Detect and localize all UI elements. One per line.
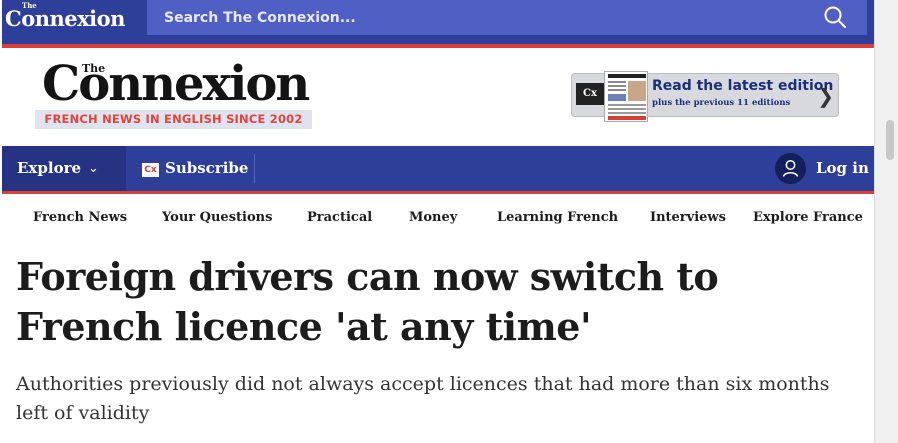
category-menu: French News Your Questions Practical Mon… [2,194,874,242]
edition-cover-image [604,71,648,122]
category-learning-french[interactable]: Learning French [497,210,618,225]
login-label: Log in [816,159,869,177]
chevron-right-icon: ❯ [817,84,834,108]
category-money[interactable]: Money [409,210,457,225]
latest-edition-button[interactable]: Cx Read the latest edition plus the prev… [571,71,839,122]
category-interviews[interactable]: Interviews [650,210,726,225]
category-explore-france[interactable]: Explore France [753,210,863,225]
top-logo-the: The [22,1,37,10]
search-box [147,0,867,35]
top-logo[interactable]: The Connexion [5,1,125,31]
tagline: FRENCH NEWS IN ENGLISH SINCE 2002 [35,110,312,129]
subscribe-label: Subscribe [165,159,249,177]
scrollbar[interactable] [874,0,898,443]
edition-cover-thumbnail: Cx [574,71,648,123]
edition-subtitle: plus the previous 11 editions [652,98,791,108]
category-practical[interactable]: Practical [307,210,372,225]
explore-label: Explore [17,159,82,177]
article-headline: Foreign drivers can now switch to French… [16,254,719,349]
category-your-questions[interactable]: Your Questions [162,210,272,225]
cx-icon: Cx [142,163,159,177]
explore-menu-button[interactable]: Explore ⌄ [2,146,126,191]
subscribe-link[interactable]: Cx Subscribe [142,146,248,191]
site-logo[interactable]: The Connexion [42,58,310,110]
search-icon[interactable] [822,4,848,30]
logo-the: The [82,62,106,75]
chevron-down-icon: ⌄ [88,161,99,176]
user-icon [775,153,806,184]
page: The Connexion The Connexion FRENCH NEWS … [2,0,874,443]
main-nav: Explore ⌄ Cx Subscribe Log in [2,146,874,191]
article-standfirst: Authorities previously did not always ac… [16,373,830,424]
scrollbar-thumb[interactable] [886,120,894,160]
nav-divider [254,154,255,183]
edition-cx-badge: Cx [576,83,604,105]
edition-title: Read the latest edition [652,78,834,94]
search-input[interactable] [147,0,797,35]
site-header: The Connexion FRENCH NEWS IN ENGLISH SIN… [2,48,874,146]
top-bar: The Connexion [2,0,874,44]
category-french-news[interactable]: French News [33,210,127,225]
